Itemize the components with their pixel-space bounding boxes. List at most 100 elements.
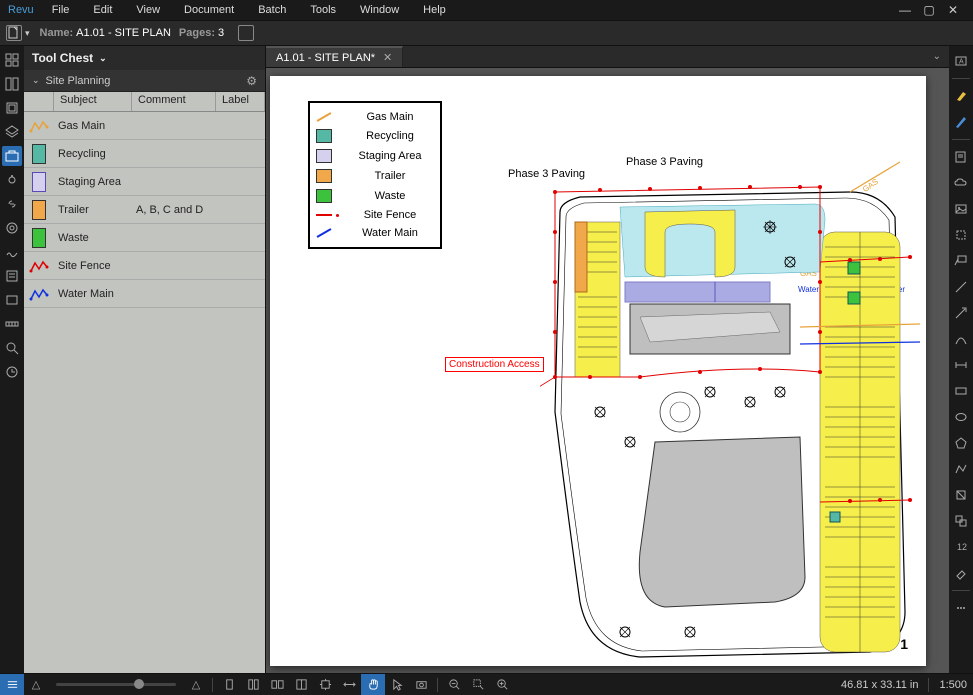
menu-document[interactable]: Document [184, 4, 234, 16]
select-icon[interactable] [385, 674, 409, 695]
arc-icon[interactable] [951, 328, 971, 350]
close-button[interactable]: ✕ [941, 3, 965, 17]
col-label[interactable]: Label [216, 92, 265, 111]
menu-view[interactable]: View [136, 4, 160, 16]
image-icon[interactable] [951, 198, 971, 220]
doc-dropdown-icon[interactable]: ▾ [25, 28, 30, 39]
menu-help[interactable]: Help [423, 4, 446, 16]
tool-row[interactable]: Site Fence [24, 252, 265, 280]
split-icon[interactable] [289, 674, 313, 695]
menu-file[interactable]: File [52, 4, 70, 16]
menu-tools[interactable]: Tools [310, 4, 336, 16]
minimize-button[interactable]: — [893, 3, 917, 17]
callout-icon[interactable] [951, 250, 971, 272]
settings-icon[interactable] [2, 218, 22, 238]
tab-menu-icon[interactable]: ⌄ [925, 51, 949, 62]
search-icon[interactable] [2, 338, 22, 358]
close-tab-icon[interactable]: ✕ [383, 51, 392, 64]
col-subject[interactable]: Subject [54, 92, 132, 111]
thumbnails-icon[interactable] [2, 50, 22, 70]
prev-page-icon[interactable]: △ [24, 674, 48, 695]
two-up-icon[interactable] [265, 674, 289, 695]
ellipse-icon[interactable] [951, 406, 971, 428]
menu-window[interactable]: Window [360, 4, 399, 16]
grid-header: Subject Comment Label [24, 92, 265, 112]
fit-page-icon[interactable] [313, 674, 337, 695]
canvas[interactable]: Gas Main Recycling Staging Area Trailer … [266, 68, 949, 673]
statusbar: △ △ 46.81 x 33.11 in 1:500 [0, 673, 973, 695]
fit-width-icon[interactable] [337, 674, 361, 695]
layers-icon[interactable] [2, 122, 22, 142]
next-page-icon[interactable]: △ [184, 674, 208, 695]
links-icon[interactable] [2, 194, 22, 214]
signatures-icon[interactable] [2, 242, 22, 262]
zoom-box-icon[interactable] [466, 674, 490, 695]
note-icon[interactable] [951, 146, 971, 168]
legend-label: Recycling [346, 130, 434, 142]
panel-title: Tool Chest [32, 51, 93, 65]
cloud-icon[interactable] [951, 172, 971, 194]
highlight-icon[interactable] [951, 85, 971, 107]
group-icon[interactable] [951, 510, 971, 532]
status-scale[interactable]: 1:500 [933, 679, 973, 691]
eraser-icon[interactable] [951, 562, 971, 584]
dimension-icon[interactable] [951, 354, 971, 376]
panel-title-bar[interactable]: Tool Chest ⌄ [24, 46, 265, 70]
rectangle-icon[interactable] [951, 380, 971, 402]
toolchest-icon[interactable] [2, 146, 22, 166]
text-box-icon[interactable]: A [951, 50, 971, 72]
menu-edit[interactable]: Edit [93, 4, 112, 16]
tool-row[interactable]: Waste [24, 224, 265, 252]
slider-thumb[interactable] [134, 679, 144, 689]
properties-icon[interactable] [2, 170, 22, 190]
bookmarks-icon[interactable] [2, 74, 22, 94]
tool-row[interactable]: Gas Main [24, 112, 265, 140]
crop-icon[interactable] [951, 224, 971, 246]
snapshot-icon[interactable] [409, 674, 433, 695]
more-tools-icon[interactable] [951, 597, 971, 619]
page-slider[interactable] [56, 683, 176, 686]
name-value: A1.01 - SITE PLAN [76, 27, 171, 39]
right-rail: A 12 [949, 46, 973, 673]
pan-icon[interactable] [361, 674, 385, 695]
app-brand: Revu [8, 4, 34, 16]
status-dimensions: 46.81 x 33.11 in [835, 679, 924, 691]
markups-list-icon[interactable] [0, 674, 24, 695]
tool-row[interactable]: Trailer A, B, C and D [24, 196, 265, 224]
page-props-icon[interactable] [238, 25, 254, 41]
single-page-icon[interactable] [217, 674, 241, 695]
new-doc-icon[interactable] [6, 25, 22, 41]
arrow-icon[interactable] [951, 302, 971, 324]
menu-batch[interactable]: Batch [258, 4, 286, 16]
pages-value: 3 [218, 27, 224, 39]
maximize-button[interactable]: ▢ [917, 3, 941, 17]
page-view[interactable]: Gas Main Recycling Staging Area Trailer … [270, 76, 926, 666]
tool-row[interactable]: Water Main [24, 280, 265, 308]
studio-icon[interactable] [2, 290, 22, 310]
polygon-icon[interactable] [951, 432, 971, 454]
document-tab[interactable]: A1.01 - SITE PLAN* ✕ [266, 46, 403, 67]
legend-label: Gas Main [346, 111, 434, 123]
flags-icon[interactable] [2, 98, 22, 118]
measure-icon[interactable] [2, 314, 22, 334]
content-area: A1.01 - SITE PLAN* ✕ ⌄ Gas Main Recyclin… [266, 46, 949, 673]
zoom-out-icon[interactable] [442, 674, 466, 695]
stamp-icon[interactable] [951, 484, 971, 506]
history-icon[interactable] [2, 362, 22, 382]
tabbar: A1.01 - SITE PLAN* ✕ ⌄ [266, 46, 949, 68]
line-icon[interactable] [951, 276, 971, 298]
col-comment[interactable]: Comment [132, 92, 216, 111]
tool-row[interactable]: Recycling [24, 140, 265, 168]
count-icon[interactable]: 12 [951, 536, 971, 558]
zoom-in-icon[interactable] [490, 674, 514, 695]
continuous-icon[interactable] [241, 674, 265, 695]
tool-row[interactable]: Staging Area [24, 168, 265, 196]
forms-icon[interactable] [2, 266, 22, 286]
panel-section-header[interactable]: ⌄ Site Planning ⚙ [24, 70, 265, 92]
gear-icon[interactable]: ⚙ [246, 74, 257, 88]
pen-icon[interactable] [951, 111, 971, 133]
svg-text:A: A [959, 59, 964, 66]
section-name: Site Planning [46, 75, 111, 87]
polyline-icon[interactable] [951, 458, 971, 480]
plan-label-construction: Construction Access [445, 357, 544, 372]
